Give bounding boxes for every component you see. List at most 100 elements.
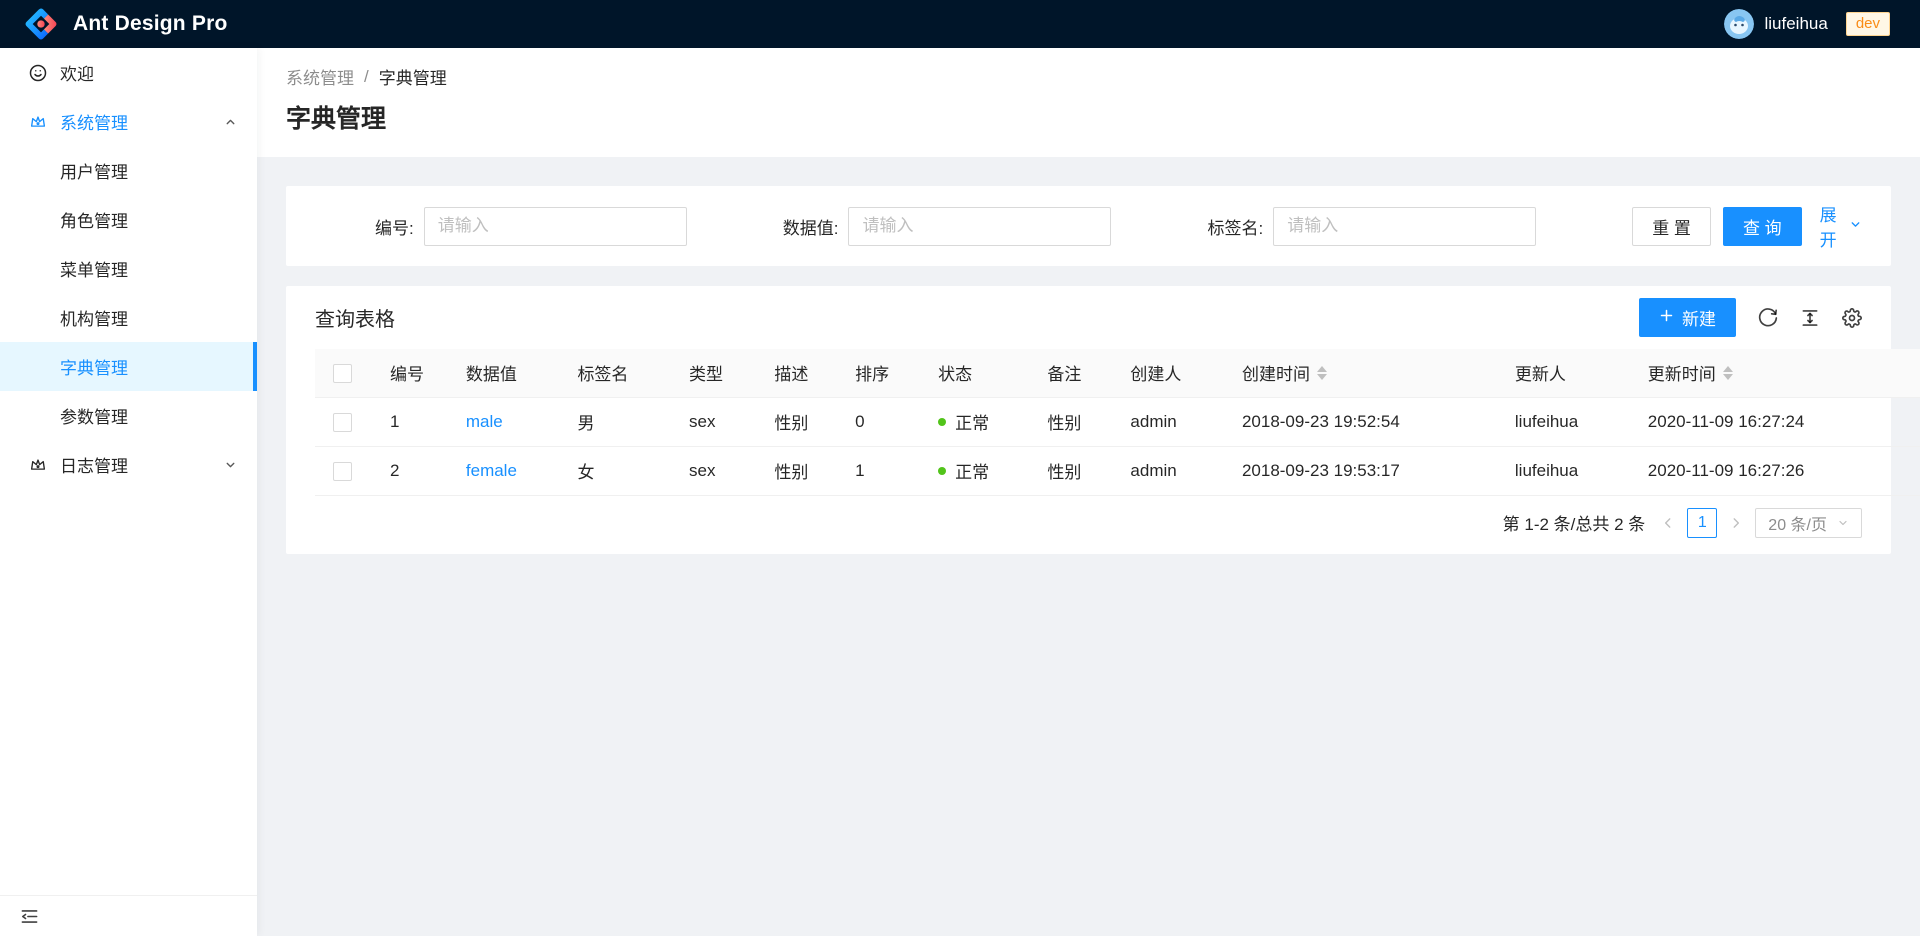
prev-page-icon[interactable] xyxy=(1661,516,1675,530)
cell-sort: 0 xyxy=(837,397,920,446)
status-dot-icon xyxy=(938,467,946,475)
col-id: 编号 xyxy=(372,349,448,397)
crown-icon xyxy=(29,456,47,474)
cell-desc: 性别 xyxy=(756,397,837,446)
sidebar-footer xyxy=(0,895,257,936)
table-header-row: 编号 数据值 标签名 类型 描述 排序 状态 备注 创建人 创建时间 xyxy=(315,349,1920,397)
reset-button[interactable]: 重 置 xyxy=(1632,207,1711,246)
cell-created-at: 2018-09-23 19:53:17 xyxy=(1224,446,1497,495)
col-sort: 排序 xyxy=(837,349,920,397)
top-header: Ant Design Pro liufeihua dev xyxy=(0,0,1920,48)
cell-value-link[interactable]: female xyxy=(466,461,517,480)
app-title: Ant Design Pro xyxy=(73,12,227,36)
cell-id: 2 xyxy=(372,446,448,495)
table-row: 2 female 女 sex 性别 1 正常 性别 admin 2018-09-… xyxy=(315,446,1920,495)
breadcrumb-separator: / xyxy=(364,67,369,87)
app-logo[interactable]: Ant Design Pro xyxy=(22,5,227,43)
sidebar-item-menu-management[interactable]: 菜单管理 xyxy=(0,244,257,293)
page-number[interactable]: 1 xyxy=(1687,508,1717,538)
sorter-icon[interactable] xyxy=(1317,366,1327,380)
cell-creator: admin xyxy=(1112,397,1224,446)
smile-icon xyxy=(29,64,47,82)
sidebar-item-role-management[interactable]: 角色管理 xyxy=(0,195,257,244)
cell-desc: 性别 xyxy=(756,446,837,495)
labelname-input[interactable] xyxy=(1273,207,1536,246)
sidebar-item-label: 字典管理 xyxy=(60,354,128,379)
page-size-select[interactable]: 20 条/页 xyxy=(1755,508,1862,538)
avatar xyxy=(1724,9,1754,39)
sidebar-item-label: 机构管理 xyxy=(60,305,128,330)
sidebar-item-label: 菜单管理 xyxy=(60,256,128,281)
cell-type: sex xyxy=(671,446,756,495)
breadcrumb-current: 字典管理 xyxy=(379,64,447,89)
query-button[interactable]: 查 询 xyxy=(1723,207,1802,246)
row-checkbox[interactable] xyxy=(333,413,352,432)
cell-label: 男 xyxy=(559,397,671,446)
col-actions: 操作 xyxy=(1905,349,1920,397)
col-status: 状态 xyxy=(920,349,1029,397)
breadcrumb-parent[interactable]: 系统管理 xyxy=(286,64,354,89)
select-all-checkbox[interactable] xyxy=(333,364,352,383)
expand-toggle[interactable]: 展开 xyxy=(1820,201,1862,251)
create-button[interactable]: 新建 xyxy=(1639,298,1736,337)
sidebar-item-label: 角色管理 xyxy=(60,207,128,232)
menu-fold-icon[interactable] xyxy=(20,907,39,926)
cell-remark: 性别 xyxy=(1029,446,1112,495)
status-badge: 正常 xyxy=(938,458,989,483)
cell-created-at: 2018-09-23 19:52:54 xyxy=(1224,397,1497,446)
breadcrumb: 系统管理 / 字典管理 xyxy=(286,64,1891,89)
cell-updater: liufeihua xyxy=(1497,397,1630,446)
status-dot-icon xyxy=(938,418,946,426)
next-page-icon[interactable] xyxy=(1729,516,1743,530)
id-input[interactable] xyxy=(424,207,687,246)
sidebar: 欢迎 系统管理 用户管理 角色管理 菜单管理 机构管理 xyxy=(0,48,257,936)
col-created-at: 创建时间 xyxy=(1224,349,1497,397)
sidebar-item-welcome[interactable]: 欢迎 xyxy=(0,48,257,97)
sidebar-item-system-management[interactable]: 系统管理 xyxy=(0,97,257,146)
settings-gear-icon[interactable] xyxy=(1842,308,1862,328)
col-remark: 备注 xyxy=(1029,349,1112,397)
crown-icon xyxy=(29,113,47,131)
sidebar-item-label: 用户管理 xyxy=(60,158,128,183)
cell-id: 1 xyxy=(372,397,448,446)
reload-icon[interactable] xyxy=(1758,308,1778,328)
pagination: 第 1-2 条/总共 2 条 1 20 条/页 xyxy=(286,496,1891,554)
col-desc: 描述 xyxy=(756,349,837,397)
sidebar-item-label: 日志管理 xyxy=(60,452,128,477)
cell-updated-at: 2020-11-09 16:27:26 xyxy=(1630,446,1905,495)
cell-updater: liufeihua xyxy=(1497,446,1630,495)
sidebar-item-log-management[interactable]: 日志管理 xyxy=(0,440,257,489)
data-table: 编号 数据值 标签名 类型 描述 排序 状态 备注 创建人 创建时间 xyxy=(315,349,1920,496)
table-row: 1 male 男 sex 性别 0 正常 性别 admin 2018-09-23… xyxy=(315,397,1920,446)
filter-label: 标签名: xyxy=(1207,214,1263,239)
density-icon[interactable] xyxy=(1800,308,1820,328)
col-updater: 更新人 xyxy=(1497,349,1630,397)
filter-field-labelname: 标签名: xyxy=(1207,207,1536,246)
col-updated-at: 更新时间 xyxy=(1630,349,1905,397)
ant-design-logo-icon xyxy=(22,5,60,43)
sorter-icon[interactable] xyxy=(1723,366,1733,380)
value-input[interactable] xyxy=(848,207,1111,246)
sidebar-item-label: 欢迎 xyxy=(60,60,94,85)
sidebar-item-org-management[interactable]: 机构管理 xyxy=(0,293,257,342)
pagination-total: 第 1-2 条/总共 2 条 xyxy=(1503,510,1646,535)
expand-label: 展开 xyxy=(1820,201,1844,251)
username: liufeihua xyxy=(1764,14,1827,34)
filter-field-value: 数据值: xyxy=(783,207,1112,246)
sidebar-item-dict-management[interactable]: 字典管理 xyxy=(0,342,257,391)
sidebar-item-label: 系统管理 xyxy=(60,109,128,134)
filter-field-id: 编号: xyxy=(375,207,687,246)
sidebar-item-param-management[interactable]: 参数管理 xyxy=(0,391,257,440)
col-value: 数据值 xyxy=(448,349,560,397)
row-checkbox[interactable] xyxy=(333,462,352,481)
sidebar-item-user-management[interactable]: 用户管理 xyxy=(0,146,257,195)
table-title: 查询表格 xyxy=(315,303,395,332)
cell-value-link[interactable]: male xyxy=(466,412,503,431)
col-type: 类型 xyxy=(671,349,756,397)
cell-remark: 性别 xyxy=(1029,397,1112,446)
chevron-down-icon xyxy=(1849,216,1862,236)
cell-creator: admin xyxy=(1112,446,1224,495)
user-menu[interactable]: liufeihua xyxy=(1724,9,1827,39)
filter-label: 编号: xyxy=(375,214,414,239)
table-card: 查询表格 新建 xyxy=(286,286,1891,554)
